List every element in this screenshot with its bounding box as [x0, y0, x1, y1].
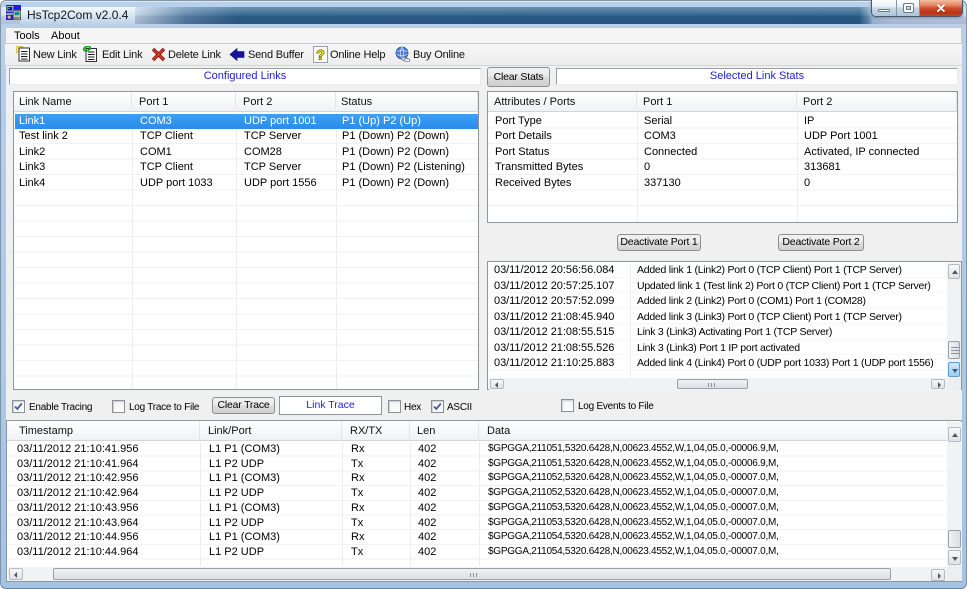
svg-text:?: ?: [316, 47, 325, 63]
